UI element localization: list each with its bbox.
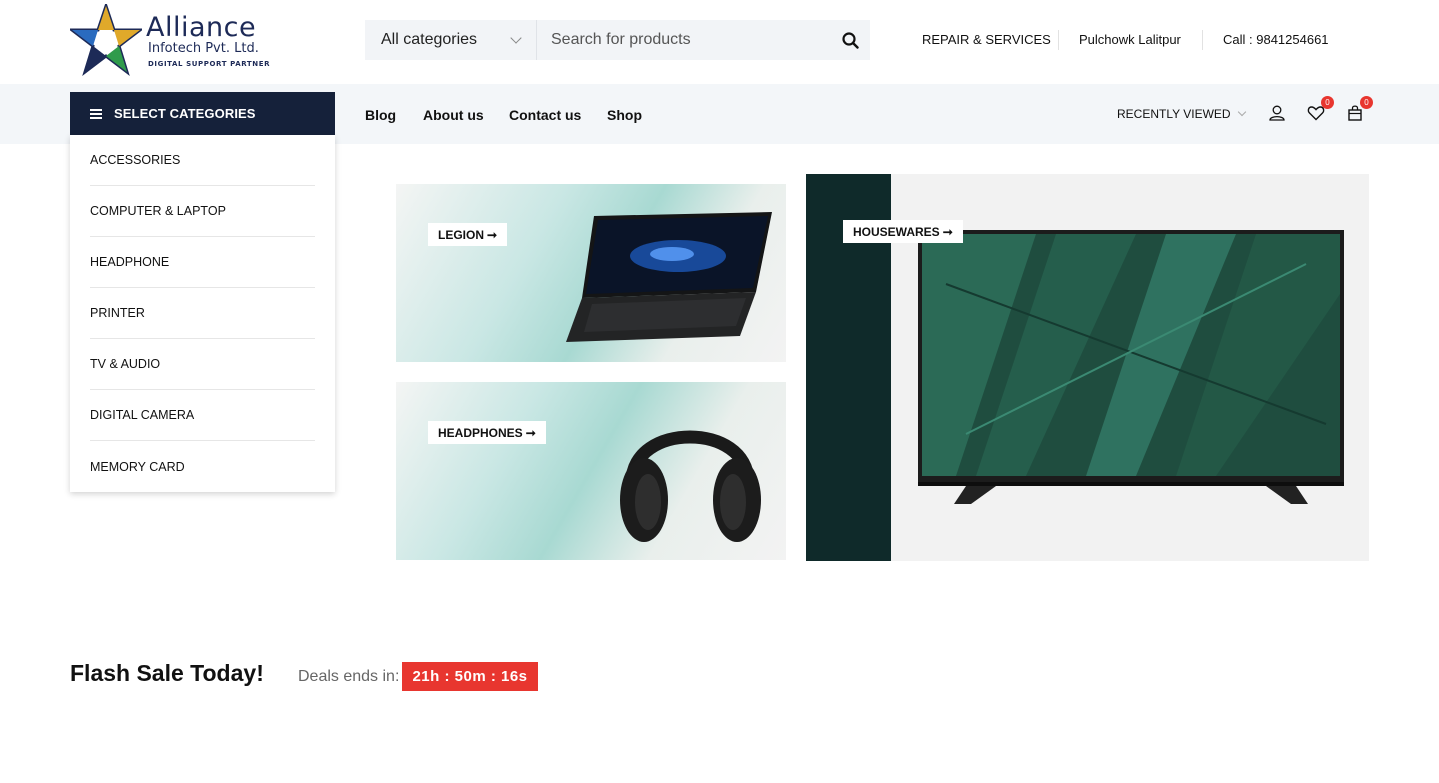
brand-text: Alliance Infotech Pvt. Ltd. DIGITAL SUPP… <box>146 12 271 69</box>
select-categories-button[interactable]: SELECT CATEGORIES <box>70 92 335 135</box>
wishlist-count-badge: 0 <box>1321 96 1334 109</box>
call-link[interactable]: Call : 9841254661 <box>1223 32 1329 47</box>
location-link[interactable]: Pulchowk Lalitpur <box>1079 32 1181 47</box>
chevron-down-icon <box>510 32 522 44</box>
housewares-label: HOUSEWARES ➞ <box>843 220 963 243</box>
categories-menu: ACCESSORIES COMPUTER & LAPTOP HEADPHONE … <box>70 135 335 492</box>
arrow-right-icon: ➞ <box>942 224 953 239</box>
search-icon <box>841 31 859 49</box>
brand-logo[interactable]: Alliance Infotech Pvt. Ltd. DIGITAL SUPP… <box>70 4 280 76</box>
account-button[interactable] <box>1268 104 1288 124</box>
cart-count-badge: 0 <box>1360 96 1373 109</box>
recently-viewed-dropdown[interactable]: RECENTLY VIEWED <box>1117 107 1246 121</box>
housewares-banner[interactable]: HOUSEWARES ➞ <box>806 174 1369 561</box>
category-item-accessories[interactable]: ACCESSORIES <box>90 135 315 186</box>
legion-label: LEGION ➞ <box>428 223 508 246</box>
wishlist-button[interactable]: 0 <box>1307 96 1334 124</box>
cart-button[interactable]: 0 <box>1346 96 1373 124</box>
category-item-headphone[interactable]: HEADPHONE <box>90 237 315 288</box>
nav-about-us[interactable]: About us <box>423 107 484 123</box>
arrow-right-icon: ➞ <box>525 425 536 440</box>
search-input[interactable] <box>537 20 830 60</box>
category-select-value: All categories <box>381 31 478 48</box>
divider <box>1058 30 1059 50</box>
headphones-label: HEADPHONES ➞ <box>428 421 546 444</box>
star-logo-icon <box>70 4 142 76</box>
headphones-image <box>620 430 761 542</box>
select-categories-label: SELECT CATEGORIES <box>114 106 256 121</box>
repair-services-link[interactable]: REPAIR & SERVICES <box>922 32 1051 47</box>
nav-blog[interactable]: Blog <box>365 107 396 123</box>
headphones-label-text: HEADPHONES <box>438 425 523 440</box>
category-item-digital-camera[interactable]: DIGITAL CAMERA <box>90 390 315 441</box>
brand-name: Alliance <box>146 12 257 43</box>
category-item-tv-audio[interactable]: TV & AUDIO <box>90 339 315 390</box>
headphones-banner[interactable]: HEADPHONES ➞ <box>396 382 786 560</box>
search-button[interactable] <box>830 20 870 60</box>
recently-viewed-label: RECENTLY VIEWED <box>1117 107 1231 121</box>
brand-subtitle: Infotech Pvt. Ltd. <box>148 41 259 56</box>
countdown-timer: 21h : 50m : 16s <box>402 662 538 691</box>
category-item-computer-laptop[interactable]: COMPUTER & LAPTOP <box>90 186 315 237</box>
category-select[interactable]: All categories <box>365 20 537 60</box>
divider <box>1202 30 1203 50</box>
legion-banner[interactable]: LEGION ➞ <box>396 184 786 362</box>
top-header: Alliance Infotech Pvt. Ltd. DIGITAL SUPP… <box>0 0 1439 84</box>
category-item-memory-card[interactable]: MEMORY CARD <box>90 441 315 492</box>
chevron-down-icon <box>1237 107 1246 117</box>
flash-sale-title: Flash Sale Today! <box>70 660 264 686</box>
laptop-image <box>566 212 772 342</box>
brand-tagline: DIGITAL SUPPORT PARTNER <box>148 60 271 68</box>
menu-icon <box>90 107 102 121</box>
arrow-right-icon: ➞ <box>487 227 498 242</box>
housewares-label-text: HOUSEWARES <box>853 224 940 239</box>
category-item-printer[interactable]: PRINTER <box>90 288 315 339</box>
search-bar: All categories <box>365 20 870 60</box>
deals-ends-label: Deals ends in: <box>298 668 400 685</box>
user-icon <box>1269 105 1285 121</box>
nav-shop[interactable]: Shop <box>607 107 642 123</box>
nav-contact-us[interactable]: Contact us <box>509 107 581 123</box>
legion-label-text: LEGION <box>438 227 485 242</box>
